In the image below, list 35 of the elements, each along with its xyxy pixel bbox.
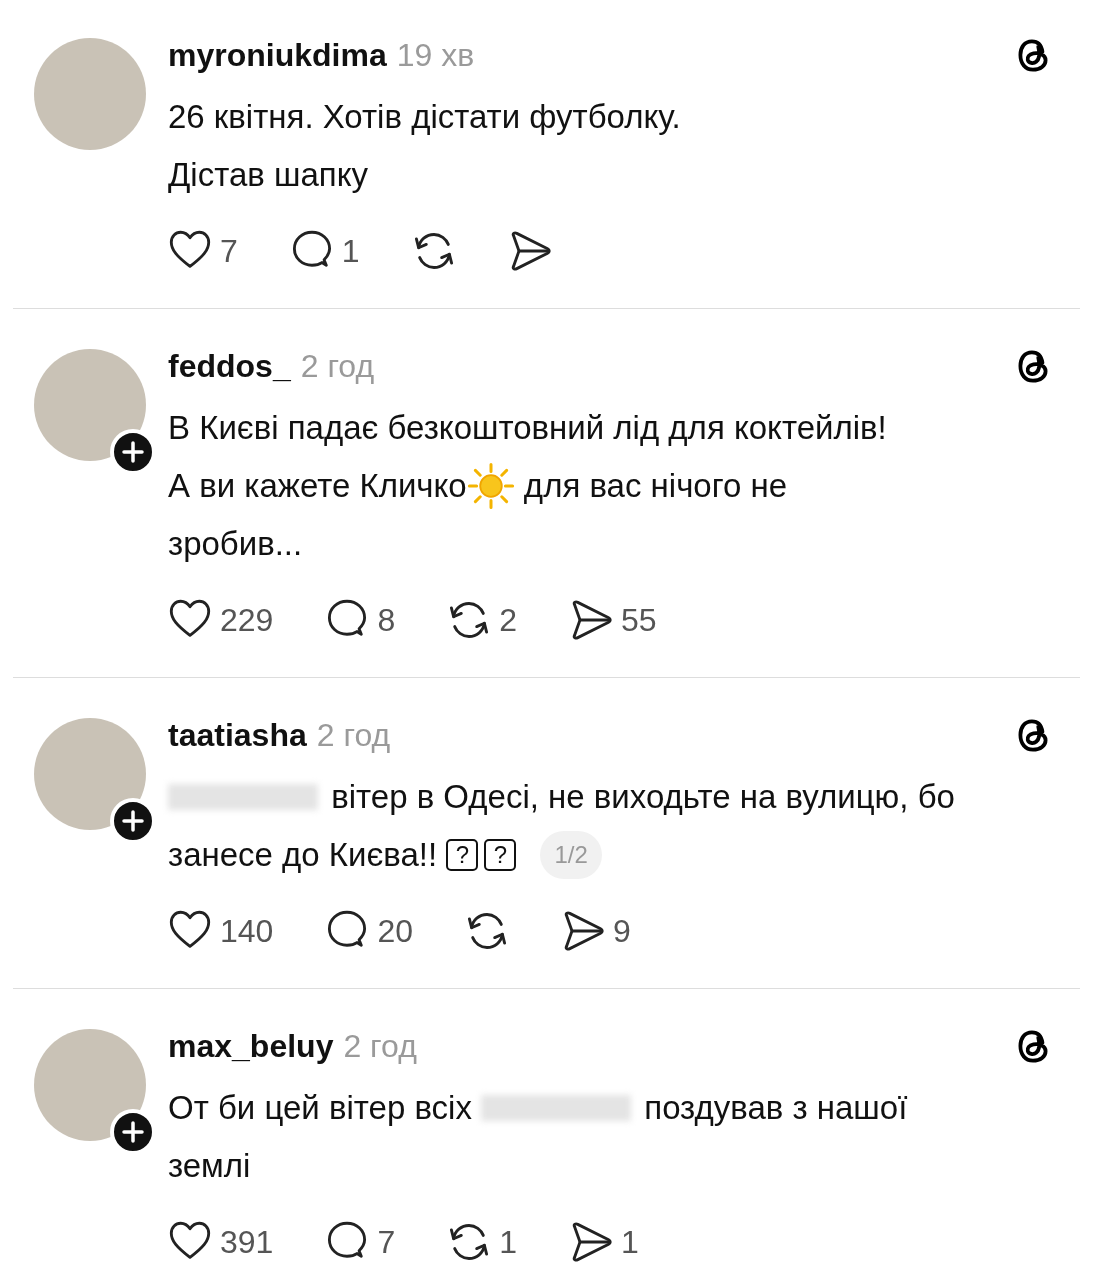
reply-count: 7: [377, 1223, 396, 1261]
share-count: 9: [613, 912, 631, 950]
post-text: для вас нічого не: [522, 467, 788, 505]
missing-glyph-box: ?: [446, 839, 479, 871]
reply-count: 20: [377, 912, 413, 950]
post-text: 26 квітня. Хотів дістати футболку.: [168, 98, 681, 136]
username[interactable]: myroniukdima: [168, 36, 387, 74]
like-count: 391: [220, 1223, 274, 1261]
like-count: 7: [220, 232, 238, 270]
post-text: вітер в Одесі, не виходьте на вулицю, бо: [330, 778, 955, 816]
sun-icon: [466, 462, 515, 510]
reply-count: 1: [341, 232, 360, 270]
missing-glyph-box: ?: [484, 839, 517, 871]
post-text: В Києві падає безкоштовний лід для коктейлів!: [168, 409, 887, 447]
repost-count: 1: [499, 1223, 517, 1261]
share-count: 55: [621, 601, 657, 639]
timestamp: 2 год: [343, 1027, 417, 1065]
post-text: землі: [168, 1147, 251, 1185]
post-text: А ви кажете Кличко: [168, 467, 467, 505]
repost-count: 2: [499, 601, 517, 639]
post-text: От би цей вітер всіх: [168, 1089, 473, 1127]
post-text: поздував з нашої: [643, 1089, 908, 1127]
username[interactable]: taatiasha: [168, 716, 307, 754]
share-count: 1: [621, 1223, 639, 1261]
timestamp: 2 год: [316, 716, 391, 754]
like-count: 140: [220, 912, 274, 950]
username[interactable]: max_beluy: [168, 1027, 334, 1065]
timestamp: 19 хв: [396, 36, 475, 74]
post-text: занесе до Києва!!: [168, 836, 439, 874]
reply-count: 8: [377, 601, 396, 639]
username[interactable]: feddos_: [168, 347, 291, 385]
like-count: 229: [220, 601, 274, 639]
post-text: Дістав шапку: [168, 156, 368, 194]
timestamp: 2 год: [300, 347, 375, 385]
post-text: зробив...: [168, 525, 303, 563]
